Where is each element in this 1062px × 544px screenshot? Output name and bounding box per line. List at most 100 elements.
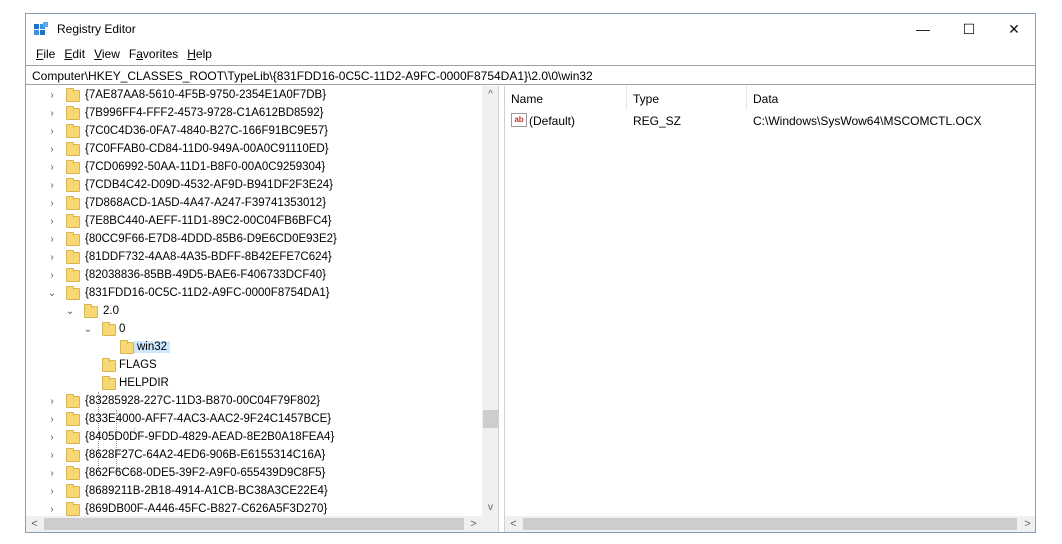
tree-item[interactable]: › {81DDF732-4AA8-4A35-BDFF-8B42EFE7C624} <box>26 249 482 267</box>
tree-vertical-scrollbar[interactable]: ^ v <box>482 86 498 516</box>
expand-arrow-icon[interactable]: › <box>46 106 58 122</box>
tree-item-label: {7AE87AA8-5610-4F5B-9750-2354E1A0F7DB} <box>85 89 327 101</box>
folder-icon <box>66 124 80 138</box>
minimize-icon: — <box>916 21 930 37</box>
expand-arrow-icon[interactable]: › <box>46 250 58 266</box>
folder-icon <box>66 160 80 174</box>
expand-arrow-icon[interactable]: › <box>46 124 58 140</box>
menu-view-label: iew <box>101 47 120 61</box>
scroll-left-icon[interactable]: < <box>505 516 522 532</box>
title-bar[interactable]: Registry Editor — ☐ ✕ <box>26 14 1035 44</box>
scrollbar-corner <box>482 516 498 532</box>
tree-item-label: 0 <box>119 323 126 335</box>
tree-item[interactable]: ⌄ {831FDD16-0C5C-11D2-A9FC-0000F8754DA1} <box>26 285 482 303</box>
menu-view[interactable]: View <box>90 45 124 65</box>
close-icon: ✕ <box>1008 20 1020 37</box>
tree-item[interactable]: › {7C0C4D36-0FA7-4840-B27C-166F91BC9E57} <box>26 123 482 141</box>
address-bar[interactable]: Computer\HKEY_CLASSES_ROOT\TypeLib\{831F… <box>26 65 1035 85</box>
expand-arrow-icon[interactable]: › <box>46 88 58 104</box>
tree-item[interactable]: › {8628F27C-64A2-4ED6-906B-E6155314C16A} <box>26 447 482 465</box>
values-horizontal-scrollbar[interactable]: < > <box>505 516 1035 532</box>
tree-item[interactable]: › {862F6C68-0DE5-39F2-A9F0-655439D9C8F5} <box>26 465 482 483</box>
tree-item[interactable]: › {7B996FF4-FFF2-4573-9728-C1A612BD8592} <box>26 105 482 123</box>
tree-item[interactable]: › {7AE87AA8-5610-4F5B-9750-2354E1A0F7DB} <box>26 87 482 105</box>
tree-vscroll-thumb[interactable] <box>483 410 498 428</box>
expand-arrow-icon[interactable]: › <box>46 232 58 248</box>
folder-icon <box>66 430 80 444</box>
values-hscroll-thumb[interactable] <box>523 518 1017 530</box>
key-tree[interactable]: › {7AE87AA8-5610-4F5B-9750-2354E1A0F7DB} ›… <box>26 86 482 516</box>
scroll-left-icon[interactable]: < <box>26 516 43 532</box>
tree-item[interactable]: › {869DB00F-A446-45FC-B827-C626A5F3D270} <box>26 501 482 516</box>
collapse-arrow-icon[interactable]: ⌄ <box>82 322 94 338</box>
menu-favorites-accel: a <box>136 47 143 61</box>
tree-item[interactable]: › {82038836-85BB-49D5-BAE6-F406733DCF40} <box>26 267 482 285</box>
menu-edit[interactable]: Edit <box>60 45 89 65</box>
expand-arrow-icon[interactable]: › <box>46 448 58 464</box>
registry-editor-window: Registry Editor — ☐ ✕ File Edit View Fav… <box>25 13 1036 533</box>
menu-bar: File Edit View Favorites Help <box>26 45 1035 65</box>
tree-item[interactable]: › {833E4000-AFF7-4AC3-AAC2-9F24C1457BCE} <box>26 411 482 429</box>
menu-file[interactable]: File <box>32 45 59 65</box>
tree-item[interactable]: › {7CDB4C42-D09D-4532-AF9D-B941DF2F3E24} <box>26 177 482 195</box>
maximize-button[interactable]: ☐ <box>946 14 992 44</box>
collapse-arrow-icon[interactable]: ⌄ <box>46 286 58 302</box>
folder-icon <box>66 394 80 408</box>
tree-item[interactable]: › {7E8BC440-AEFF-11D1-89C2-00C04FB6BFC4} <box>26 213 482 231</box>
menu-favorites[interactable]: Favorites <box>125 45 182 65</box>
tree-item-label: win32 <box>134 341 171 353</box>
tree-item[interactable]: › {8405D0DF-9FDD-4829-AEAD-8E2B0A18FEA4} <box>26 429 482 447</box>
scroll-right-icon[interactable]: > <box>465 516 482 532</box>
expand-arrow-icon[interactable]: › <box>46 466 58 482</box>
scroll-up-icon[interactable]: ^ <box>482 86 498 103</box>
folder-icon <box>102 322 116 336</box>
value-row[interactable]: ab (Default) REG_SZ C:\Windows\SysWow64\… <box>505 112 1035 130</box>
tree-item-label: {80CC9F66-E7D8-4DDD-85B6-D9E6CD0E93E2} <box>85 233 337 245</box>
tree-item[interactable]: › {7C0FFAB0-CD84-11D0-949A-00A0C91110ED} <box>26 141 482 159</box>
menu-help-accel: H <box>187 47 196 61</box>
expand-arrow-icon[interactable]: › <box>46 214 58 230</box>
folder-icon <box>66 214 80 228</box>
expand-arrow-icon[interactable]: › <box>46 502 58 516</box>
expand-arrow-icon[interactable]: › <box>46 178 58 194</box>
minimize-button[interactable]: — <box>900 14 946 44</box>
expand-arrow-icon[interactable]: › <box>46 412 58 428</box>
expand-arrow-icon[interactable]: › <box>46 196 58 212</box>
close-button[interactable]: ✕ <box>991 14 1037 44</box>
tree-horizontal-scrollbar[interactable]: < > <box>26 516 482 532</box>
tree-item[interactable]: ⌄ 2.0 <box>26 303 482 321</box>
tree-item[interactable]: › {8689211B-2B18-4914-A1CB-BC38A3CE22E4} <box>26 483 482 501</box>
tree-hscroll-thumb[interactable] <box>44 518 464 530</box>
tree-item-label: {7D868ACD-1A5D-4A47-A247-F39741353012} <box>85 197 327 209</box>
column-header-data[interactable]: Data <box>747 86 1035 110</box>
value-name: (Default) <box>529 114 576 128</box>
tree-item[interactable]: › {7D868ACD-1A5D-4A47-A247-F39741353012} <box>26 195 482 213</box>
menu-help[interactable]: Help <box>183 45 216 65</box>
folder-icon <box>66 286 80 300</box>
scroll-down-icon[interactable]: v <box>482 499 498 516</box>
column-header-type[interactable]: Type <box>627 86 747 110</box>
tree-item[interactable]: › {80CC9F66-E7D8-4DDD-85B6-D9E6CD0E93E2} <box>26 231 482 249</box>
tree-item-label: 2.0 <box>103 305 119 317</box>
expand-arrow-icon[interactable]: › <box>46 268 58 284</box>
menu-view-accel: V <box>94 47 102 61</box>
tree-item[interactable]: FLAGS <box>26 357 482 375</box>
expand-arrow-icon[interactable]: › <box>46 430 58 446</box>
tree-item[interactable]: HELPDIR <box>26 375 482 393</box>
folder-icon <box>120 340 134 354</box>
tree-item-label: HELPDIR <box>119 377 169 389</box>
expand-arrow-icon[interactable]: › <box>46 160 58 176</box>
tree-item[interactable]: › {83285928-227C-11D3-B870-00C04F79F802} <box>26 393 482 411</box>
expand-arrow-icon[interactable]: › <box>46 394 58 410</box>
tree-item-label: {831FDD16-0C5C-11D2-A9FC-0000F8754DA1} <box>85 287 330 299</box>
expand-arrow-icon[interactable]: › <box>46 484 58 500</box>
folder-icon <box>66 178 80 192</box>
scroll-right-icon[interactable]: > <box>1019 516 1035 532</box>
column-header-name[interactable]: Name <box>505 86 627 110</box>
expand-arrow-icon[interactable]: › <box>46 142 58 158</box>
tree-item[interactable]: ⌄ 0 <box>26 321 482 339</box>
tree-item-label: {869DB00F-A446-45FC-B827-C626A5F3D270} <box>85 503 328 515</box>
tree-item[interactable]: › {7CD06992-50AA-11D1-B8F0-00A0C9259304} <box>26 159 482 177</box>
collapse-arrow-icon[interactable]: ⌄ <box>64 304 76 320</box>
tree-item[interactable]: win32 <box>26 339 482 357</box>
